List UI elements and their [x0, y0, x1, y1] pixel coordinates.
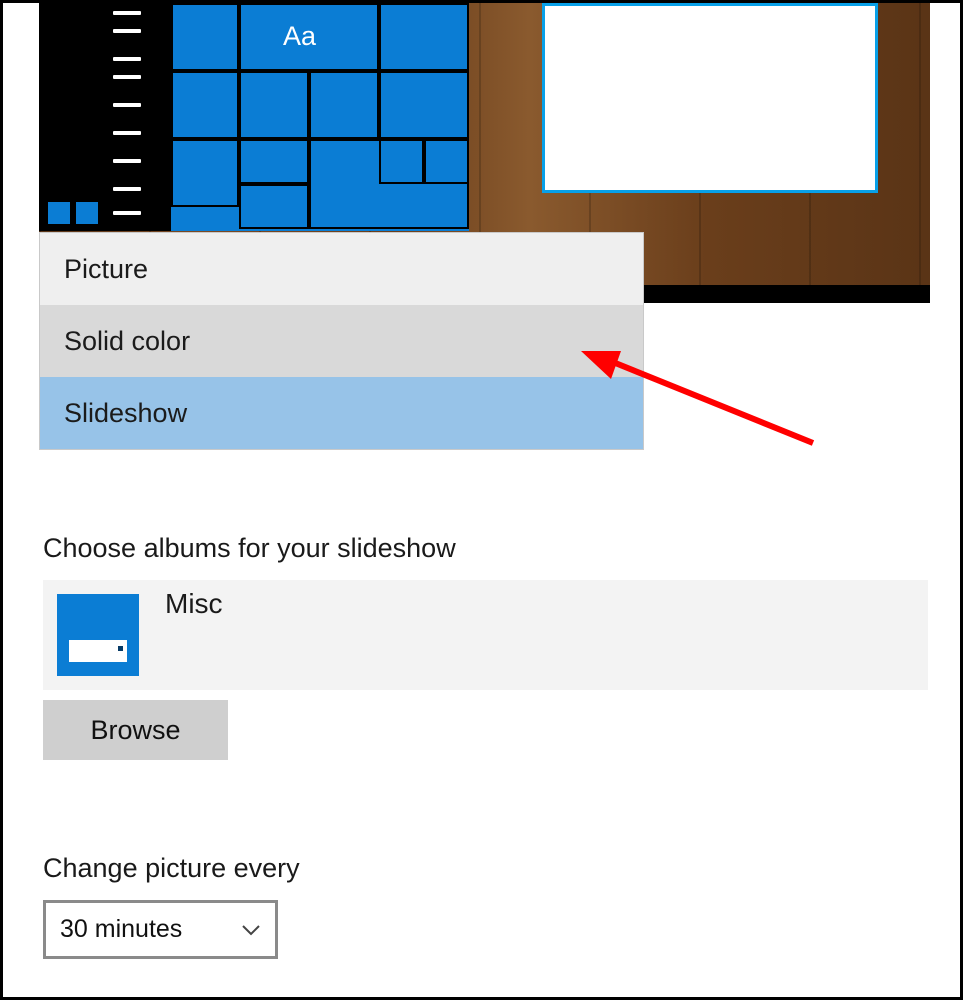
interval-value: 30 minutes	[60, 915, 182, 944]
preview-start-tiles: Aa	[171, 3, 469, 231]
dropdown-option-solid-color[interactable]: Solid color	[40, 305, 643, 377]
browse-button-label: Browse	[90, 715, 180, 746]
dropdown-option-label: Picture	[64, 254, 148, 285]
interval-section-title: Change picture every	[43, 853, 300, 884]
interval-select[interactable]: 30 minutes	[43, 900, 278, 959]
albums-section-title: Choose albums for your slideshow	[43, 533, 456, 564]
dropdown-option-slideshow[interactable]: Slideshow	[40, 377, 643, 449]
browse-button[interactable]: Browse	[43, 700, 228, 760]
dropdown-option-label: Solid color	[64, 326, 190, 357]
drive-icon	[57, 594, 139, 676]
dropdown-option-label: Slideshow	[64, 398, 187, 429]
dropdown-option-picture[interactable]: Picture	[40, 233, 643, 305]
album-selected-name: Misc	[165, 588, 223, 620]
background-type-dropdown[interactable]: Picture Solid color Slideshow	[39, 232, 644, 450]
preview-window	[542, 3, 878, 193]
chevron-down-icon	[241, 923, 261, 937]
preview-start-left-pane	[39, 3, 171, 231]
album-selected-row[interactable]: Misc	[43, 580, 928, 690]
